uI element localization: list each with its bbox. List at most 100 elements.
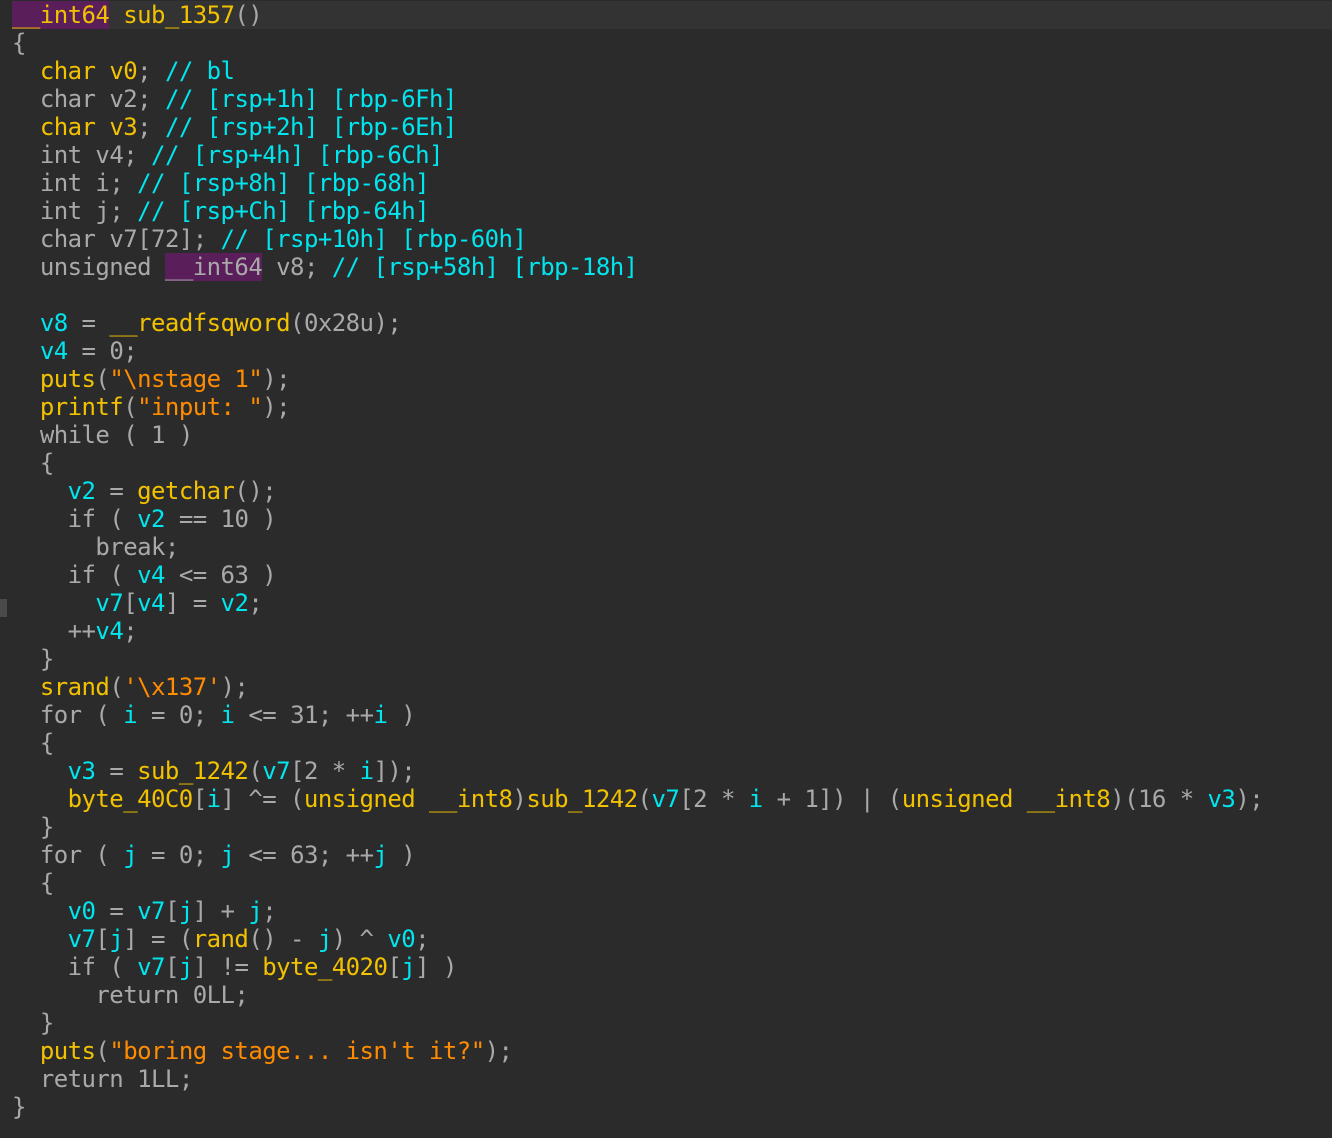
code-token[interactable]: ; [262, 897, 276, 925]
code-line[interactable]: unsigned __int64 v8; // [rsp+58h] [rbp-1… [12, 253, 1332, 281]
code-token[interactable]: v4 [95, 617, 123, 645]
code-token[interactable]: ] != [193, 953, 263, 981]
code-line[interactable]: } [12, 1009, 1332, 1037]
code-token[interactable]: ; [123, 141, 137, 169]
code-token[interactable]: int [40, 197, 82, 225]
code-token[interactable]: ; [137, 113, 151, 141]
code-token[interactable]: unsigned __int8 [304, 785, 513, 813]
code-token[interactable]: + [763, 785, 805, 813]
code-token[interactable]: // [rsp+4h] [rbp-6Ch] [137, 141, 443, 169]
code-token[interactable]: sub_1242 [526, 785, 638, 813]
code-token[interactable]: for [40, 841, 82, 869]
code-token[interactable]: puts [40, 365, 96, 393]
code-token[interactable]: srand [40, 673, 110, 701]
code-token[interactable]: ; [234, 981, 248, 1009]
code-token[interactable]: // [rsp+Ch] [rbp-64h] [123, 197, 429, 225]
code-token[interactable]: getchar [137, 477, 235, 505]
code-token[interactable]: byte_40C0 [68, 785, 194, 813]
code-token[interactable]: ; [137, 85, 151, 113]
code-line[interactable]: { [12, 729, 1332, 757]
code-token[interactable]: ( [95, 953, 137, 981]
code-token[interactable]: // [rsp+10h] [rbp-60h] [207, 225, 527, 253]
code-line[interactable]: break; [12, 533, 1332, 561]
code-line[interactable]: v7[v4] = v2; [12, 589, 1332, 617]
code-token[interactable]: = [68, 309, 110, 337]
code-line[interactable]: puts("boring stage... isn't it?"); [12, 1037, 1332, 1065]
code-token[interactable]: j [248, 897, 262, 925]
code-token[interactable]: v0 [109, 57, 137, 85]
code-token[interactable]: (); [234, 477, 276, 505]
code-token[interactable]: v7 [262, 757, 290, 785]
code-token[interactable]: ] ) [415, 953, 457, 981]
code-token[interactable]: v2 [68, 477, 96, 505]
code-token[interactable]: = [68, 337, 110, 365]
code-token[interactable] [82, 169, 96, 197]
code-line[interactable]: v0 = v7[j] + j; [12, 897, 1332, 925]
code-line[interactable] [12, 281, 1332, 309]
code-token[interactable]: } [12, 1093, 26, 1121]
code-line[interactable]: } [12, 1093, 1332, 1121]
code-token[interactable]: // bl [151, 57, 235, 85]
code-token[interactable]: unsigned [40, 253, 152, 281]
code-token[interactable]: v7 [109, 225, 137, 253]
code-token[interactable]: j [95, 197, 109, 225]
code-token[interactable]: rand [193, 925, 249, 953]
code-token[interactable]: ]) | ( [818, 785, 902, 813]
code-line[interactable]: for ( i = 0; i <= 31; ++i ) [12, 701, 1332, 729]
code-token[interactable]: v3 [1208, 785, 1236, 813]
code-listing[interactable]: __int64 sub_1357 () { char v0; // bl char … [0, 1, 1332, 1121]
code-token[interactable]: i [123, 701, 137, 729]
code-token[interactable]: { [40, 729, 54, 757]
code-token[interactable]: char [40, 113, 96, 141]
code-token[interactable]: ( [109, 673, 123, 701]
code-token[interactable]: [ [290, 757, 304, 785]
code-token[interactable]: 0LL [193, 981, 235, 1009]
code-token[interactable]: = [137, 841, 179, 869]
code-token[interactable]: v4 [137, 561, 165, 589]
code-token[interactable]: v7 [68, 925, 96, 953]
code-token[interactable]: __int64 [164, 253, 263, 281]
code-token[interactable]: 63 [221, 561, 249, 589]
code-token[interactable]: // [rsp+2h] [rbp-6Eh] [151, 113, 457, 141]
code-token[interactable]: ; [248, 589, 262, 617]
code-token[interactable]: __int64 [12, 1, 110, 29]
code-token[interactable]: ( [123, 393, 137, 421]
code-token[interactable]: v8 [276, 253, 304, 281]
code-token[interactable]: ); [221, 673, 249, 701]
code-line[interactable]: char v2; // [rsp+1h] [rbp-6Fh] [12, 85, 1332, 113]
code-token[interactable]: i [221, 701, 235, 729]
code-line[interactable]: char v7[72]; // [rsp+10h] [rbp-60h] [12, 225, 1332, 253]
code-token[interactable]: i [749, 785, 763, 813]
code-token[interactable]: ] = ( [123, 925, 193, 953]
code-token[interactable]: if [68, 505, 96, 533]
code-line[interactable]: int j; // [rsp+Ch] [rbp-64h] [12, 197, 1332, 225]
code-token[interactable]: v7 [651, 785, 679, 813]
code-token[interactable]: v7 [95, 589, 123, 617]
code-token[interactable]: ( [638, 785, 652, 813]
code-line[interactable]: srand('\x137'); [12, 673, 1332, 701]
code-token[interactable]: 2 [304, 757, 318, 785]
code-token[interactable]: ; [109, 169, 123, 197]
code-token[interactable] [179, 981, 193, 1009]
code-token[interactable]: ); [373, 309, 401, 337]
code-line[interactable]: while ( 1 ) [12, 421, 1332, 449]
code-token[interactable]: ) [165, 421, 193, 449]
code-token[interactable]: v2 [221, 589, 249, 617]
code-line[interactable]: if ( v4 <= 63 ) [12, 561, 1332, 589]
code-token[interactable]: } [40, 1009, 54, 1037]
code-token[interactable]: j [109, 925, 123, 953]
code-token[interactable]: j [123, 841, 137, 869]
code-token[interactable]: char [40, 57, 96, 85]
code-token[interactable]: v4 [137, 589, 165, 617]
code-token[interactable]: <= [165, 561, 221, 589]
code-token[interactable]: = [95, 897, 137, 925]
code-token[interactable]: ; [123, 617, 137, 645]
code-token[interactable]: ; ++ [318, 841, 374, 869]
code-token[interactable]: v7 [137, 953, 165, 981]
code-token[interactable]: j [179, 953, 193, 981]
code-token[interactable]: ) [387, 841, 415, 869]
code-token[interactable]: sub_1357 [123, 1, 235, 29]
code-token[interactable]: char [40, 85, 96, 113]
code-token[interactable]: v0 [387, 925, 415, 953]
code-token[interactable] [151, 253, 165, 281]
